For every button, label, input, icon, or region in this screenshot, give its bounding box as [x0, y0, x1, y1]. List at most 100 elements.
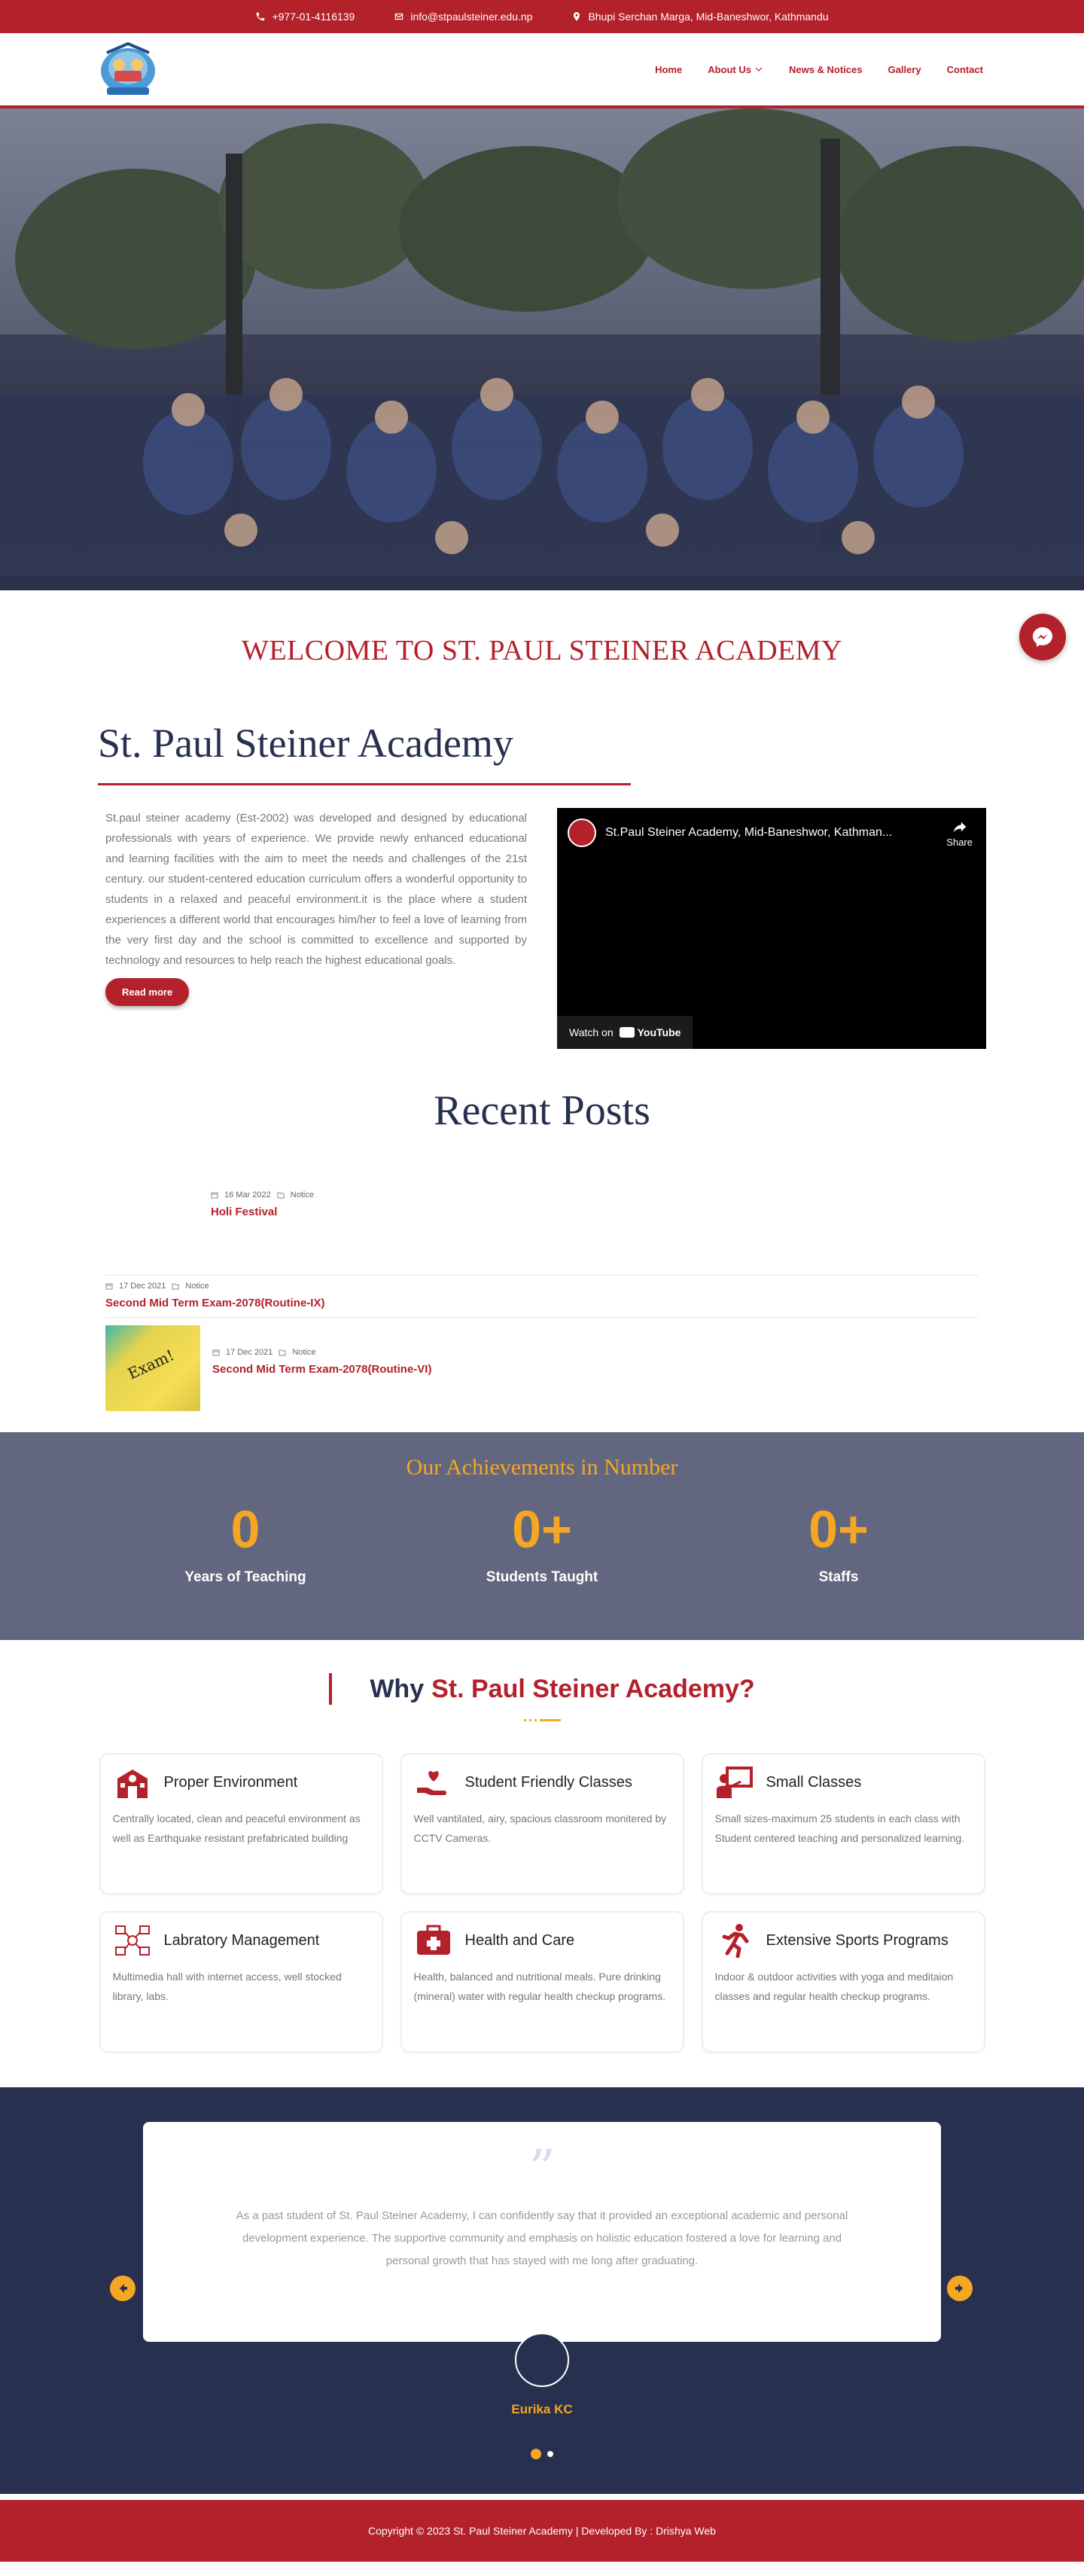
main-navbar: Home About Us News & Notices Gallery Con… — [0, 33, 1084, 108]
map-pin-icon — [574, 12, 580, 21]
school-logo[interactable] — [92, 38, 164, 101]
feature-card: Student Friendly Classes Well vantilated… — [401, 1754, 683, 1893]
testimonial-section: ” As a past student of St. Paul Steiner … — [0, 2087, 1084, 2494]
copyright-text: Copyright © 2023 St. Paul Steiner Academ… — [368, 2525, 716, 2537]
welcome-section: WELCOME TO ST. PAUL STEINER ACADEMY — [0, 590, 1084, 711]
feature-text: Multimedia hall with internet access, we… — [112, 1971, 342, 2002]
post-category[interactable]: Notice — [185, 1282, 209, 1291]
achievements-heading: Our Achievements in Number — [406, 1455, 678, 1480]
arrow-left-icon — [120, 2284, 127, 2293]
achievements-section: Our Achievements in Number 0 Years of Te… — [0, 1432, 1084, 1640]
running-person-icon — [722, 1924, 748, 1958]
recent-posts-section: Recent Posts 16 Mar 2022 Notice Holi Fes… — [0, 1087, 1084, 1411]
post-date: 17 Dec 2021 — [226, 1348, 273, 1357]
arrow-right-icon — [955, 2284, 963, 2293]
youtube-logo: YouTube — [619, 1026, 681, 1038]
heading-bar — [329, 1673, 333, 1705]
youtube-video-embed[interactable]: St.Paul Steiner Academy, Mid-Baneshwor, … — [557, 808, 986, 1049]
nav-contact[interactable]: Contact — [947, 64, 983, 75]
why-heading-prefix: Why — [370, 1674, 425, 1703]
about-paragraph: St.paul steiner academy (Est-2002) was d… — [105, 812, 527, 967]
address-contact: Bhupi Serchan Marga, Mid-Baneshwor, Kath… — [571, 11, 829, 23]
youtube-play-icon — [619, 1027, 635, 1038]
list-item[interactable]: Exam! 17 Dec 2021 Notice Second Mid Term… — [105, 1318, 979, 1411]
messenger-icon — [1033, 627, 1052, 647]
post-meta: 17 Dec 2021 Notice — [212, 1348, 431, 1357]
about-text-column: St.paul steiner academy (Est-2002) was d… — [98, 808, 527, 1049]
hero-group-photo — [0, 108, 1084, 590]
calendar-icon — [211, 1192, 218, 1199]
hero-bottom-band — [0, 577, 1084, 590]
nav-about-us[interactable]: About Us — [708, 64, 763, 75]
messenger-chat-button[interactable] — [1019, 614, 1066, 660]
feature-text: Centrally located, clean and peaceful en… — [112, 1812, 361, 1844]
chevron-down-icon — [755, 67, 763, 72]
footer: Copyright © 2023 St. Paul Steiner Academ… — [0, 2494, 1084, 2562]
achievements-row: 0 Years of Teaching 0+ Students Taught 0… — [0, 1503, 1084, 1586]
nav-news-notices[interactable]: News & Notices — [789, 64, 863, 75]
share-arrow-icon — [953, 822, 966, 833]
list-item[interactable]: 16 Mar 2022 Notice Holi Festival — [105, 1190, 979, 1275]
achievement-value: 0 — [230, 1500, 260, 1559]
testimonial-card: ” As a past student of St. Paul Steiner … — [143, 2122, 941, 2342]
feature-title: Proper Environment — [163, 1773, 298, 1791]
deco-line — [539, 1719, 561, 1721]
watch-on-youtube-button[interactable]: Watch on YouTube — [557, 1016, 693, 1049]
why-heading-accent: St. Paul Steiner Academy? — [431, 1674, 755, 1703]
feature-card: Proper Environment Centrally located, cl… — [100, 1754, 382, 1893]
heading-decoration — [0, 1719, 1084, 1721]
quote-icon: ” — [528, 2139, 556, 2200]
testimonial-avatar — [515, 2333, 569, 2387]
youtube-wordmark: YouTube — [637, 1026, 681, 1038]
video-header: St.Paul Steiner Academy, Mid-Baneshwor, … — [568, 819, 976, 847]
prev-testimonial-button[interactable] — [110, 2276, 136, 2301]
feature-text: Well vantilated, airy, spacious classroo… — [413, 1812, 667, 1844]
watch-on-label: Watch on — [569, 1026, 614, 1038]
feature-card: Labratory Management Multimedia hall wit… — [100, 1913, 382, 2051]
read-more-button[interactable]: Read more — [105, 978, 190, 1006]
feature-card: Health and Care Health, balanced and nut… — [401, 1913, 683, 2051]
video-share-button[interactable]: Share — [946, 819, 973, 848]
hero-banner-image — [0, 108, 1084, 590]
feature-title: Extensive Sports Programs — [766, 1931, 948, 1949]
nav-home[interactable]: Home — [655, 64, 682, 75]
first-aid-kit-icon — [416, 1925, 450, 1955]
phone-contact[interactable]: +977-01-4116139 — [255, 11, 355, 23]
nav-gallery[interactable]: Gallery — [888, 64, 921, 75]
achievement-staffs: 0+ Staffs — [690, 1503, 987, 1586]
achievement-students: 0+ Students Taught — [394, 1503, 690, 1586]
post-title[interactable]: Second Mid Term Exam-2078(Routine-IX) — [105, 1297, 324, 1309]
post-category[interactable]: Notice — [291, 1190, 314, 1200]
feature-text: Small sizes-maximum 25 students in each … — [714, 1812, 965, 1844]
calendar-icon — [212, 1349, 220, 1356]
video-title[interactable]: St.Paul Steiner Academy, Mid-Baneshwor, … — [605, 826, 892, 840]
deco-dot — [528, 1719, 531, 1721]
channel-avatar[interactable] — [568, 819, 596, 847]
post-category[interactable]: Notice — [292, 1348, 315, 1357]
share-label: Share — [946, 837, 973, 848]
post-meta: 16 Mar 2022 Notice — [211, 1190, 314, 1200]
feature-text: Health, balanced and nutritional meals. … — [413, 1971, 666, 2002]
testimonial-author: Eurika KC — [511, 2402, 573, 2416]
lab-network-icon — [114, 1925, 150, 1956]
list-item[interactable]: 17 Dec 2021 Notice Second Mid Term Exam-… — [105, 1276, 979, 1317]
achievement-label: Years of Teaching — [184, 1569, 306, 1585]
email-contact[interactable]: info@stpaulsteiner.edu.np — [394, 11, 532, 23]
next-testimonial-button[interactable] — [947, 2276, 973, 2301]
top-contact-bar: +977-01-4116139 info@stpaulsteiner.edu.n… — [0, 0, 1084, 33]
carousel-dot-active[interactable] — [531, 2449, 541, 2459]
title-underline — [98, 783, 631, 785]
nav-about-us-label: About Us — [708, 63, 751, 75]
about-title: St. Paul Steiner Academy — [98, 721, 513, 766]
post-title[interactable]: Second Mid Term Exam-2078(Routine-VI) — [212, 1363, 431, 1376]
about-row: St.paul steiner academy (Est-2002) was d… — [98, 808, 986, 1049]
features-grid: Proper Environment Centrally located, cl… — [0, 1754, 1084, 2051]
school-building-icon — [117, 1770, 148, 1798]
post-date: 16 Mar 2022 — [224, 1190, 271, 1200]
post-title[interactable]: Holi Festival — [211, 1206, 314, 1218]
post-thumbnail[interactable]: Exam! — [105, 1325, 200, 1411]
achievement-label: Staffs — [818, 1569, 859, 1585]
carousel-dot[interactable] — [547, 2451, 553, 2457]
phone-icon — [257, 12, 265, 21]
hand-heart-icon — [416, 1771, 446, 1795]
